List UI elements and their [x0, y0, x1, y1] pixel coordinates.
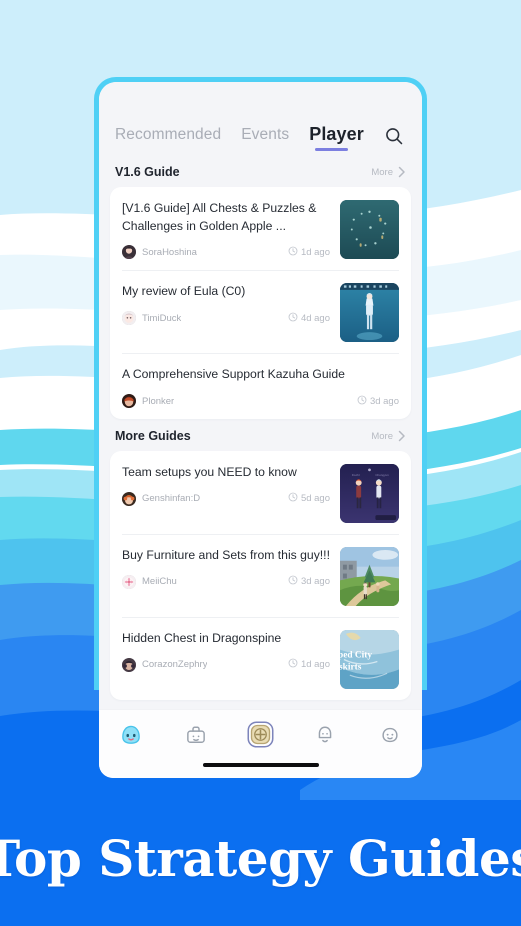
section-more-link[interactable]: More	[371, 166, 406, 178]
add-compass-icon[interactable]	[240, 719, 280, 751]
section-more-link[interactable]: More	[371, 430, 406, 442]
item-thumbnail[interactable]	[340, 200, 399, 259]
clock-icon	[288, 575, 298, 588]
chevron-right-icon	[397, 430, 406, 442]
active-tab-underline	[315, 148, 348, 151]
item-author: CorazonZephry	[142, 659, 208, 671]
item-time-label: 1d ago	[300, 246, 330, 258]
item-title: Hidden Chest in Dragonspine	[122, 631, 282, 646]
item-time: 4d ago	[280, 312, 330, 325]
top-tab-bar: Recommended Events Player	[99, 82, 422, 155]
tab-events-label: Events	[241, 125, 290, 143]
list-item[interactable]: My review of Eula (C0) TimiDuck 4d ago	[110, 270, 411, 353]
clock-icon	[288, 246, 298, 259]
avatar	[122, 394, 136, 409]
list-item[interactable]: Buy Furniture and Sets from this guy!!!	[110, 534, 411, 617]
tab-player[interactable]: Player	[309, 124, 364, 151]
item-author: Genshinfan:D	[142, 493, 201, 505]
item-time-label: 1d ago	[300, 659, 330, 671]
item-author: TimiDuck	[142, 312, 182, 324]
clock-icon	[288, 312, 298, 325]
toolbox-icon[interactable]	[176, 719, 216, 751]
tab-events[interactable]: Events	[241, 126, 289, 146]
chevron-right-icon	[397, 166, 406, 178]
tab-player-label: Player	[309, 124, 364, 144]
profile-ghost-icon[interactable]	[370, 719, 410, 751]
item-title: [V1.6 Guide] All Chests & Puzzles & Chal…	[122, 201, 317, 233]
avatar	[122, 311, 136, 326]
item-time: 3d ago	[349, 395, 399, 408]
item-thumbnail[interactable]	[340, 547, 399, 607]
item-time: 5d ago	[280, 492, 330, 505]
item-thumbnail[interactable]: Fischl Chongyun	[340, 464, 399, 524]
list-item[interactable]: Hidden Chest in Dragonspine CorazonZephr…	[110, 617, 411, 700]
guides-card-v16: [V1.6 Guide] All Chests & Puzzles & Chal…	[110, 187, 411, 420]
bell-icon[interactable]	[305, 719, 345, 751]
svg-text:Chongyun: Chongyun	[375, 473, 389, 477]
tab-recommended[interactable]: Recommended	[115, 126, 221, 146]
home-indicator-bar[interactable]	[202, 762, 319, 767]
item-thumbnail[interactable]: ped City skirts	[340, 630, 399, 690]
clock-icon	[288, 492, 298, 505]
list-item[interactable]: Team setups you NEED to know Genshinfan:…	[110, 451, 411, 534]
search-icon[interactable]	[384, 125, 404, 147]
item-author: SoraHoshina	[142, 246, 197, 258]
guides-list[interactable]: V1.6 Guide More [V1.6 Guide] All Chests …	[99, 155, 422, 709]
item-time: 1d ago	[280, 246, 330, 259]
avatar	[122, 574, 136, 589]
item-title: Buy Furniture and Sets from this guy!!!	[122, 548, 330, 563]
item-time-label: 3d ago	[300, 576, 330, 588]
clock-icon	[357, 395, 367, 408]
item-title: Team setups you NEED to know	[122, 465, 297, 480]
clock-icon	[288, 658, 298, 671]
avatar	[122, 491, 136, 506]
item-time-label: 3d ago	[369, 395, 399, 407]
item-meta: Genshinfan:D 5d ago	[122, 491, 330, 506]
section-more-label: More	[371, 430, 393, 442]
item-author: Plonker	[142, 395, 175, 407]
list-item[interactable]: A Comprehensive Support Kazuha Guide Plo…	[110, 353, 411, 419]
home-indicator-area	[99, 755, 422, 778]
item-title: My review of Eula (C0)	[122, 284, 246, 299]
item-meta: TimiDuck 4d ago	[122, 311, 330, 326]
section-header-more-guides: More Guides More	[110, 419, 411, 451]
item-meta: MeiiChu 3d ago	[122, 574, 330, 589]
item-time: 3d ago	[280, 575, 330, 588]
item-meta: CorazonZephry 1d ago	[122, 657, 330, 672]
svg-text:Fischl: Fischl	[352, 473, 360, 477]
phone-screen: Recommended Events Player V1.6 Guide Mor…	[99, 82, 422, 778]
section-more-label: More	[371, 166, 393, 178]
item-meta: Plonker 3d ago	[122, 394, 399, 409]
avatar	[122, 245, 136, 260]
item-title: A Comprehensive Support Kazuha Guide	[122, 367, 345, 382]
promo-banner-text: Top Strategy Guides	[0, 828, 521, 888]
item-time-label: 4d ago	[300, 312, 330, 324]
item-thumbnail[interactable]	[340, 283, 399, 343]
svg-text:skirts: skirts	[340, 662, 362, 672]
item-author: MeiiChu	[142, 576, 177, 588]
promo-banner: Top Strategy Guides	[0, 790, 521, 926]
item-time-label: 5d ago	[300, 493, 330, 505]
list-item[interactable]: [V1.6 Guide] All Chests & Puzzles & Chal…	[110, 187, 411, 270]
svg-text:ped City: ped City	[340, 651, 372, 661]
tab-recommended-label: Recommended	[115, 125, 222, 143]
section-title: V1.6 Guide	[115, 165, 180, 179]
section-header-v16-guide: V1.6 Guide More	[110, 155, 411, 187]
slime-home-icon[interactable]	[111, 719, 151, 751]
item-meta: SoraHoshina 1d ago	[122, 245, 330, 260]
bottom-navigation	[99, 708, 422, 756]
section-title: More Guides	[115, 429, 191, 444]
guides-card-more: Team setups you NEED to know Genshinfan:…	[110, 451, 411, 701]
avatar	[122, 657, 136, 672]
item-time: 1d ago	[280, 658, 330, 671]
promo-screenshot: Recommended Events Player V1.6 Guide Mor…	[0, 0, 521, 926]
